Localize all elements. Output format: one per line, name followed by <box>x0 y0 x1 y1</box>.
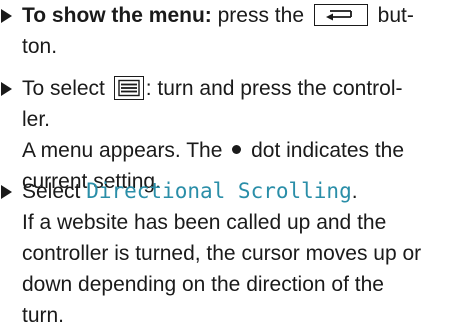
menu-list-icon <box>113 75 144 100</box>
step-line: controller is turned, the cursor moves u… <box>22 238 421 269</box>
step-line: If a website has been called up and the <box>22 207 386 238</box>
step-text: dot indicates the <box>245 139 405 162</box>
step-line: To show the menu: press the but- <box>22 0 414 31</box>
step-text: To select <box>22 77 105 100</box>
step-text: ton. <box>22 35 58 58</box>
step-text: ler. <box>22 108 51 131</box>
step-text: turn. <box>22 304 65 327</box>
menu-option-name: Directional Scrolling <box>86 179 352 203</box>
step-line: turn. <box>22 300 64 331</box>
step-text: . <box>351 180 358 203</box>
step-arrow-icon <box>1 185 12 199</box>
step-line: ler. <box>22 104 50 135</box>
step-line: To select : turn and press the control- <box>22 73 403 104</box>
step-line: ton. <box>22 31 57 62</box>
step-text: Select <box>22 180 87 203</box>
step-text: press the <box>211 4 304 27</box>
back-button-icon <box>313 3 368 26</box>
step-text: but- <box>371 4 414 27</box>
instruction-document: To show the menu: press the but- ton. To… <box>0 0 463 334</box>
step-arrow-icon <box>1 82 12 96</box>
step-text: down depending on the direction of the <box>22 273 384 296</box>
step-line: Select Directional Scrolling. <box>22 176 358 207</box>
step-text: A menu appears. The <box>22 139 223 162</box>
bullet-dot-icon <box>232 145 242 155</box>
step-line: down depending on the direction of the <box>22 269 384 300</box>
step-heading: To show the menu: <box>22 4 212 27</box>
step-text: : turn and press the control- <box>145 77 403 100</box>
step-text: If a website has been called up and the <box>22 211 387 234</box>
step-arrow-icon <box>1 9 12 23</box>
step-text: controller is turned, the cursor moves u… <box>22 242 422 265</box>
step-line: A menu appears. The dot indicates the <box>22 135 404 166</box>
